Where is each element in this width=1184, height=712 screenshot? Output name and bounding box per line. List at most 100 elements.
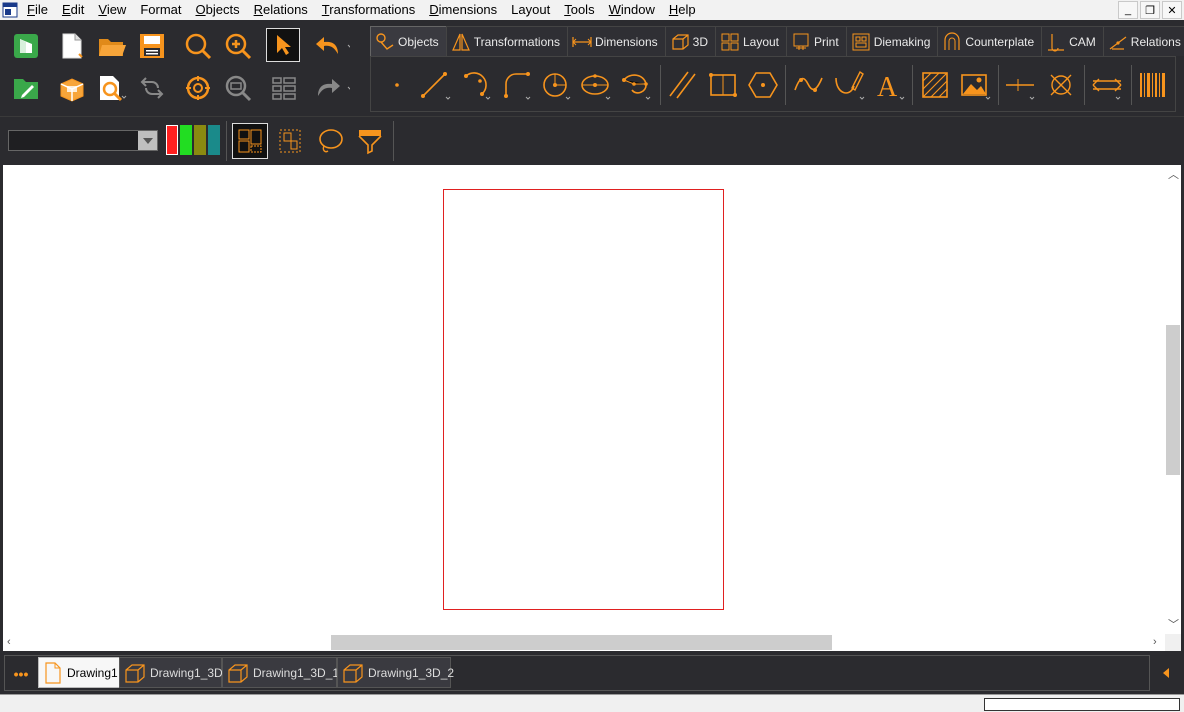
horizontal-scrollbar[interactable]: ‹ › [3,634,1165,651]
tab-label: Transformations [473,34,560,49]
page-icon [43,661,63,684]
vertical-scroll-thumb[interactable] [1166,325,1180,475]
select-window-icon[interactable] [272,123,308,159]
distribute-icon[interactable] [1089,67,1125,103]
menu-view[interactable]: View [91,0,133,20]
menu-format[interactable]: Format [133,0,188,20]
circle-tool-icon[interactable] [539,67,575,103]
menu-tools[interactable]: Tools [557,0,601,20]
standard-toolbar [8,26,364,112]
app-icon[interactable] [0,0,20,20]
layout-icon [720,32,740,52]
color-swatch-teal [208,125,220,155]
document-tab-drawing1-3d-1[interactable]: Drawing1_3D_1 [222,657,339,688]
undo-icon[interactable] [314,28,350,64]
layer-combobox-value [9,133,13,147]
print-preview-icon[interactable] [94,70,130,106]
document-tab-drawing1-3d[interactable]: Drawing1_3D [119,657,223,688]
redo-icon[interactable] [314,70,350,106]
import-box-icon[interactable] [54,70,90,106]
window-controls: _ ❐ ✕ [1118,0,1184,20]
document-tab-drawing1[interactable]: Drawing1 [38,657,120,688]
edit-folder-icon[interactable] [8,70,44,106]
more-tabs-button[interactable]: ••• [8,661,34,687]
tab-diemaking[interactable]: Diemaking [845,26,939,56]
bezier-circle-tool-icon[interactable] [619,67,655,103]
tabs-scroll-left-icon[interactable] [1156,655,1176,691]
zoom-window-icon[interactable] [220,70,256,106]
regenerate-icon[interactable] [134,70,170,106]
menu-transformations[interactable]: Transformations [315,0,422,20]
new-file-icon[interactable] [54,28,90,64]
filter-icon[interactable] [352,123,388,159]
construction-line-icon[interactable] [1003,67,1039,103]
open-folder-icon[interactable] [94,28,130,64]
restore-button[interactable]: ❐ [1140,1,1160,19]
dimensions-icon [572,32,592,52]
tab-3d[interactable]: 3D [664,26,716,56]
minimize-button[interactable]: _ [1118,1,1138,19]
layers-list-icon[interactable] [266,70,302,106]
fillet-tool-icon[interactable] [499,67,535,103]
menu-edit[interactable]: Edit [55,0,91,20]
scroll-down-icon[interactable]: ﹀ [1168,619,1179,631]
select-group-icon[interactable] [232,123,268,159]
print-icon [791,32,811,52]
tab-print[interactable]: Print [786,26,847,56]
menu-dimensions[interactable]: Dimensions [422,0,504,20]
menu-relations[interactable]: Relations [247,0,315,20]
layer-combobox[interactable] [8,130,158,151]
select-pointer-icon[interactable] [266,28,300,62]
tab-label: Objects [398,34,439,49]
menu-layout[interactable]: Layout [504,0,557,20]
menu-file[interactable]: File [20,0,55,20]
tab-cam[interactable]: CAM [1041,26,1104,56]
toolbar-area: Objects Transformations Dimensions 3D Layout… [0,20,1184,116]
menu-objects[interactable]: Objects [189,0,247,20]
arc-tool-icon[interactable] [459,67,495,103]
horizontal-scroll-thumb[interactable] [331,635,832,650]
zoom-extents-icon[interactable] [180,70,216,106]
tab-layout[interactable]: Layout [714,26,788,56]
ribbon-panel-objects: A [370,56,1176,112]
save-icon[interactable] [134,28,170,64]
drawing-canvas[interactable] [3,165,1165,634]
rectangle-tool-icon[interactable] [705,67,741,103]
tab-dimensions[interactable]: Dimensions [566,26,666,56]
zoom-in-icon[interactable] [220,28,256,64]
menu-bar: File Edit View Format Objects Relations Transf… [0,0,1184,20]
vertical-scrollbar[interactable]: ︿ ﹀ [1165,165,1181,634]
polygon-tool-icon[interactable] [745,67,781,103]
point-tool-icon[interactable] [379,67,415,103]
scroll-up-icon[interactable]: ︿ [1168,169,1179,181]
intersection-point-icon[interactable] [1043,67,1079,103]
text-tool-icon[interactable]: A [871,67,907,103]
color-palette-button[interactable] [164,123,220,157]
tab-label: Relations [1130,34,1181,49]
freehand-pen-icon[interactable] [831,67,867,103]
document-tab-label: Drawing1_3D_2 [368,665,455,680]
lasso-select-icon[interactable] [312,123,348,159]
zoom-icon[interactable] [180,28,216,64]
parallel-lines-icon[interactable] [665,67,701,103]
close-button[interactable]: ✕ [1162,1,1182,19]
spline-tool-icon[interactable] [791,67,827,103]
document-tab-drawing1-3d-2[interactable]: Drawing1_3D_2 [337,657,455,688]
barcode-icon[interactable] [1135,67,1171,103]
tab-objects[interactable]: Objects [370,26,447,56]
line-tool-icon[interactable] [417,67,453,103]
tab-counterplate[interactable]: Counterplate [937,26,1043,56]
hatch-tool-icon[interactable] [917,67,953,103]
diemaking-icon [851,32,871,52]
ellipse-tool-icon[interactable] [579,67,615,103]
menu-window[interactable]: Window [602,0,662,20]
tab-relations[interactable]: Relations [1102,26,1184,56]
ribbon-tab-strip: Objects Transformations Dimensions 3D Layout… [370,26,1184,56]
chevron-down-icon[interactable] [138,131,157,150]
menu-help[interactable]: Help [662,0,703,20]
tab-transformations[interactable]: Transformations [445,26,568,56]
app-logo-button[interactable] [8,28,44,64]
scroll-left-icon[interactable]: ‹ [7,636,11,648]
image-tool-icon[interactable] [957,67,993,103]
scroll-right-icon[interactable]: › [1153,636,1157,648]
